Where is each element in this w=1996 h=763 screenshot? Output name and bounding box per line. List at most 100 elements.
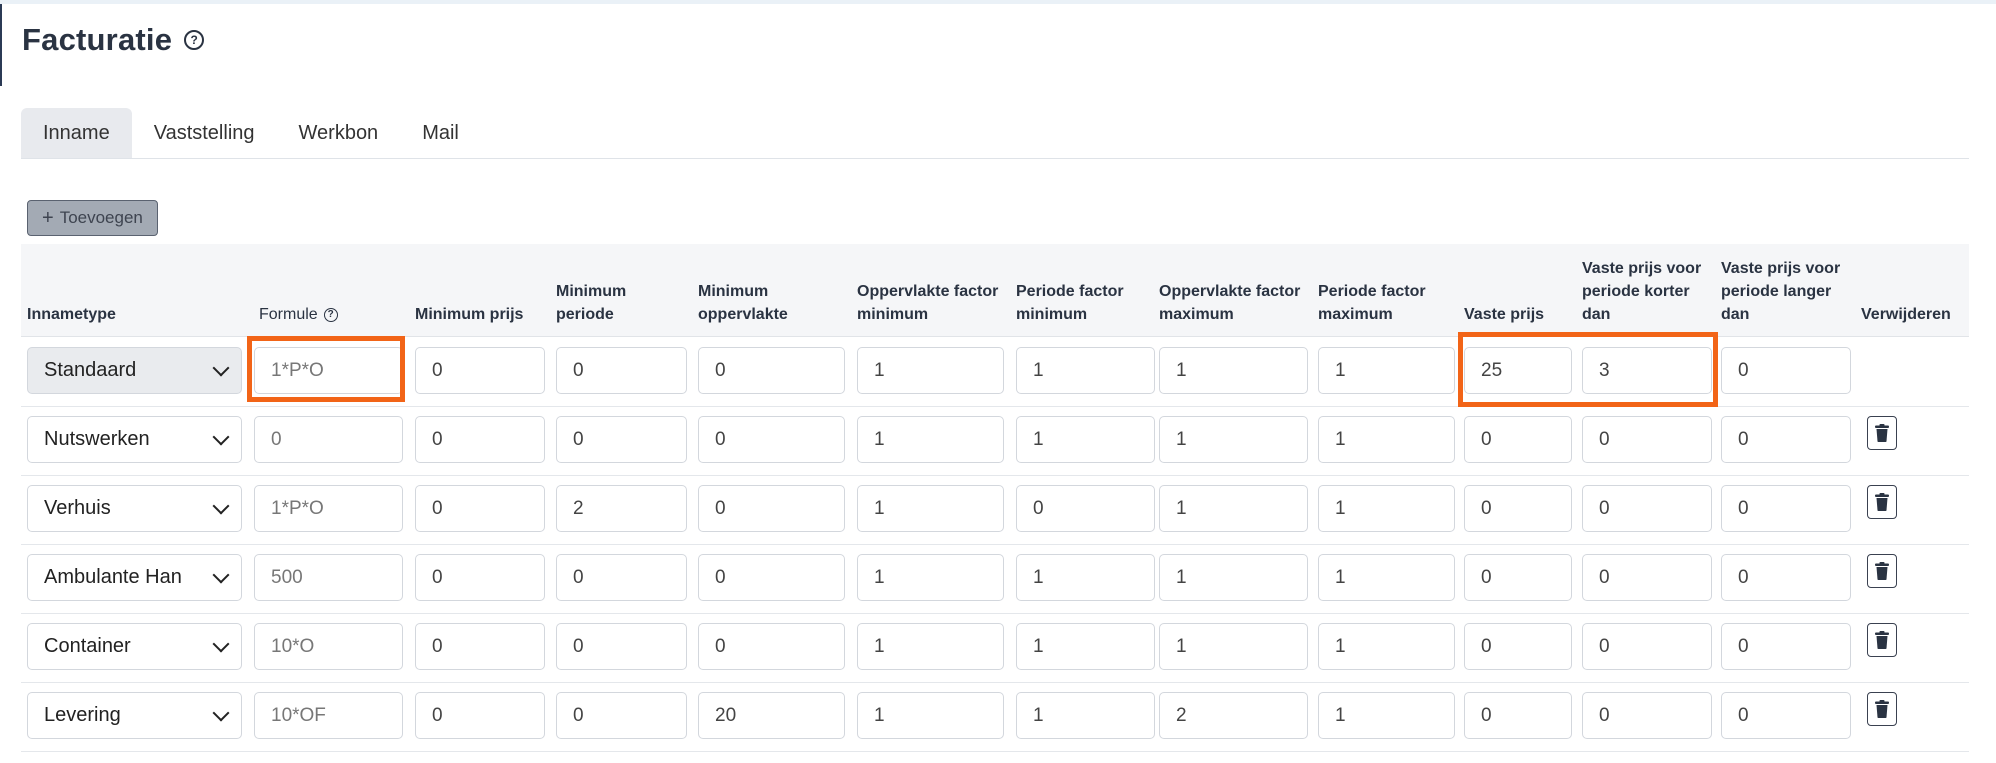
minimum-prijs-input[interactable]: 0: [415, 485, 545, 532]
periode-factor-minimum-input[interactable]: 0: [1016, 485, 1155, 532]
tab-mail[interactable]: Mail: [400, 108, 481, 158]
column-header-minimum-prijs: Minimum prijs: [415, 303, 555, 326]
formule-input[interactable]: 500: [254, 554, 403, 601]
oppervlakte-factor-minimum-input[interactable]: 1: [857, 416, 1004, 463]
minimum-oppervlakte-input[interactable]: 0: [698, 623, 845, 670]
column-header-label: Oppervlakte factor maximum: [1159, 283, 1301, 323]
vaste-prijs-korter-input[interactable]: 0: [1582, 554, 1712, 601]
vaste-prijs-input[interactable]: 0: [1464, 416, 1572, 463]
oppervlakte-factor-minimum-input[interactable]: 1: [857, 692, 1004, 739]
innametype-select[interactable]: Nutswerken: [27, 416, 242, 463]
vaste-prijs-input[interactable]: 0: [1464, 554, 1572, 601]
vaste-prijs-korter-input[interactable]: 0: [1582, 416, 1712, 463]
column-header-label: Innametype: [27, 306, 116, 323]
minimum-prijs-input[interactable]: 0: [415, 623, 545, 670]
minimum-periode-input[interactable]: 2: [556, 485, 687, 532]
periode-factor-maximum-input[interactable]: 1: [1318, 485, 1455, 532]
minimum-oppervlakte-input[interactable]: 0: [698, 347, 845, 394]
innametype-select-value: Verhuis: [44, 497, 111, 519]
minimum-prijs-input[interactable]: 0: [415, 347, 545, 394]
trash-icon[interactable]: [1867, 623, 1897, 657]
minimum-prijs-input[interactable]: 0: [415, 554, 545, 601]
minimum-oppervlakte-input[interactable]: 0: [698, 416, 845, 463]
minimum-periode-input[interactable]: 0: [556, 623, 687, 670]
minimum-periode-input[interactable]: 0: [556, 416, 687, 463]
tab-vaststelling[interactable]: Vaststelling: [132, 108, 277, 158]
trash-icon[interactable]: [1867, 485, 1897, 519]
periode-factor-minimum-input[interactable]: 1: [1016, 554, 1155, 601]
vaste-prijs-langer-input[interactable]: 0: [1721, 485, 1851, 532]
question-circle-icon[interactable]: ?: [184, 30, 205, 50]
vaste-prijs-langer-input[interactable]: 0: [1721, 692, 1851, 739]
innametype-select[interactable]: Container: [27, 623, 242, 670]
formula-help-icon[interactable]: ?: [323, 307, 338, 322]
column-header-vaste-prijs-langer: Vaste prijs voor periode langer dan: [1721, 257, 1851, 326]
column-header-label: Oppervlakte factor minimum: [857, 283, 999, 323]
chevron-down-icon: [212, 704, 230, 721]
column-header-periode-factor-minimum: Periode factor minimum: [1016, 280, 1156, 326]
table-row: Levering 10*OF 0 0 20 1 1 2 1 0 0 0: [21, 682, 1969, 752]
page-header: Facturatie ?: [22, 22, 205, 58]
periode-factor-minimum-input[interactable]: 1: [1016, 416, 1155, 463]
vaste-prijs-langer-input[interactable]: 0: [1721, 347, 1851, 394]
oppervlakte-factor-maximum-input[interactable]: 1: [1159, 554, 1308, 601]
page-title: Facturatie: [22, 22, 173, 57]
vaste-prijs-input[interactable]: 0: [1464, 485, 1572, 532]
vaste-prijs-korter-input[interactable]: 0: [1582, 692, 1712, 739]
periode-factor-maximum-input[interactable]: 1: [1318, 347, 1455, 394]
formule-input[interactable]: 0: [254, 416, 403, 463]
innametype-select-value: Container: [44, 635, 131, 657]
add-button[interactable]: + Toevoegen: [27, 200, 158, 236]
vaste-prijs-input[interactable]: 0: [1464, 623, 1572, 670]
column-header-minimum-oppervlakte: Minimum oppervlakte: [698, 280, 848, 326]
periode-factor-maximum-input[interactable]: 1: [1318, 416, 1455, 463]
minimum-periode-input[interactable]: 0: [556, 554, 687, 601]
formule-input[interactable]: 1*P*O: [254, 485, 403, 532]
column-header-innametype: Innametype: [27, 303, 207, 326]
vaste-prijs-langer-input[interactable]: 0: [1721, 623, 1851, 670]
oppervlakte-factor-maximum-input[interactable]: 1: [1159, 416, 1308, 463]
trash-icon[interactable]: [1867, 692, 1897, 726]
oppervlakte-factor-maximum-input[interactable]: 1: [1159, 347, 1308, 394]
oppervlakte-factor-maximum-input[interactable]: 1: [1159, 485, 1308, 532]
innametype-select[interactable]: Levering: [27, 692, 242, 739]
periode-factor-minimum-input[interactable]: 1: [1016, 623, 1155, 670]
trash-icon[interactable]: [1867, 416, 1897, 450]
formule-input[interactable]: 10*OF: [254, 692, 403, 739]
periode-factor-minimum-input[interactable]: 1: [1016, 347, 1155, 394]
innametype-select[interactable]: Ambulante Han: [27, 554, 242, 601]
oppervlakte-factor-minimum-input[interactable]: 1: [857, 485, 1004, 532]
innametype-select[interactable]: Verhuis: [27, 485, 242, 532]
chevron-down-icon: [212, 566, 230, 583]
periode-factor-minimum-input[interactable]: 1: [1016, 692, 1155, 739]
vaste-prijs-langer-input[interactable]: 0: [1721, 554, 1851, 601]
trash-icon[interactable]: [1867, 554, 1897, 588]
vaste-prijs-langer-input[interactable]: 0: [1721, 416, 1851, 463]
vaste-prijs-korter-input[interactable]: 0: [1582, 623, 1712, 670]
tab-werkbon[interactable]: Werkbon: [277, 108, 401, 158]
oppervlakte-factor-minimum-input[interactable]: 1: [857, 347, 1004, 394]
periode-factor-maximum-input[interactable]: 1: [1318, 692, 1455, 739]
vaste-prijs-korter-input[interactable]: 0: [1582, 485, 1712, 532]
column-header-label: Minimum oppervlakte: [698, 283, 788, 323]
minimum-oppervlakte-input[interactable]: 0: [698, 554, 845, 601]
column-header-vaste-prijs-korter: Vaste prijs voor periode korter dan: [1582, 257, 1712, 326]
minimum-prijs-input[interactable]: 0: [415, 692, 545, 739]
oppervlakte-factor-maximum-input[interactable]: 1: [1159, 623, 1308, 670]
minimum-oppervlakte-input[interactable]: 20: [698, 692, 845, 739]
vaste-prijs-input[interactable]: 0: [1464, 692, 1572, 739]
minimum-periode-input[interactable]: 0: [556, 692, 687, 739]
tab-inname[interactable]: Inname: [21, 108, 132, 158]
oppervlakte-factor-minimum-input[interactable]: 1: [857, 554, 1004, 601]
minimum-oppervlakte-input[interactable]: 0: [698, 485, 845, 532]
formule-input[interactable]: 10*O: [254, 623, 403, 670]
innametype-select[interactable]: Standaard: [27, 347, 242, 394]
minimum-periode-input[interactable]: 0: [556, 347, 687, 394]
column-header-label: Verwijderen: [1861, 306, 1951, 323]
periode-factor-maximum-input[interactable]: 1: [1318, 554, 1455, 601]
oppervlakte-factor-minimum-input[interactable]: 1: [857, 623, 1004, 670]
innametype-select-value: Nutswerken: [44, 428, 150, 450]
oppervlakte-factor-maximum-input[interactable]: 2: [1159, 692, 1308, 739]
minimum-prijs-input[interactable]: 0: [415, 416, 545, 463]
periode-factor-maximum-input[interactable]: 1: [1318, 623, 1455, 670]
